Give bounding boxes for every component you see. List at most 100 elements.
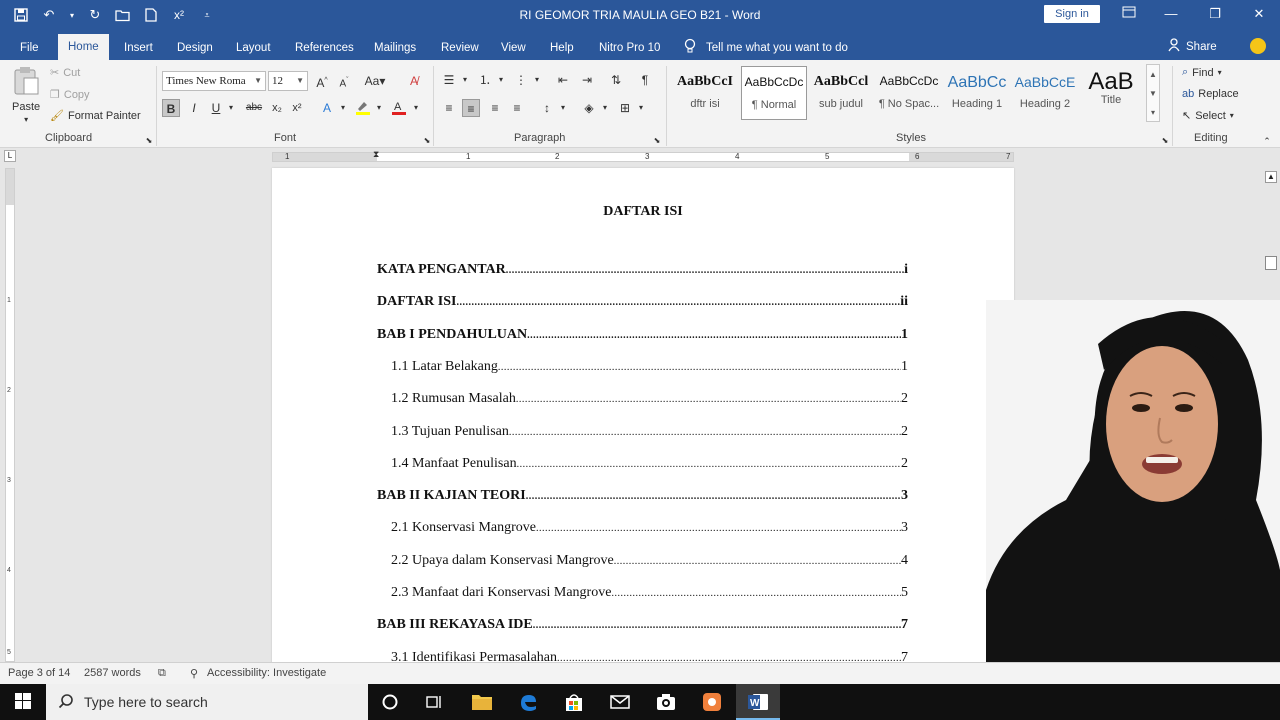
- tab-mailings[interactable]: Mailings: [372, 36, 418, 60]
- underline-dropdown-icon[interactable]: ▾: [222, 99, 240, 117]
- paste-button[interactable]: Paste ▾: [12, 66, 40, 124]
- font-color-dropdown-icon[interactable]: ▾: [407, 99, 425, 117]
- more-styles-icon[interactable]: ▾: [1147, 103, 1159, 122]
- toc-entry[interactable]: 1.2 Rumusan Masalah ....................…: [391, 391, 908, 407]
- style-no-spacing[interactable]: AaBbCcDc ¶ No Spac...: [876, 66, 942, 120]
- tab-help[interactable]: Help: [548, 36, 576, 60]
- toc-entry[interactable]: 2.1 Konservasi Mangrove.................…: [391, 520, 908, 536]
- minimize-icon[interactable]: —: [1156, 4, 1186, 24]
- word-icon[interactable]: W: [746, 690, 770, 714]
- chevron-up-icon[interactable]: ▲: [1147, 65, 1159, 84]
- find-button[interactable]: ⌕ Find ▾: [1182, 66, 1222, 79]
- toc-entry[interactable]: KATA PENGANTAR..........................…: [377, 262, 908, 278]
- share-button[interactable]: Share: [1168, 38, 1217, 55]
- chevron-down-icon[interactable]: ▼: [1147, 84, 1159, 103]
- tab-file[interactable]: File: [18, 36, 41, 60]
- vertical-ruler[interactable]: 1 2 3 4 5: [5, 168, 15, 662]
- page-count-status[interactable]: Page 3 of 14: [8, 667, 70, 679]
- taskbar-search-box[interactable]: Type here to search: [46, 684, 368, 720]
- scroll-thumb[interactable]: [1265, 256, 1277, 270]
- format-painter-button[interactable]: 🖌 Format Painter: [50, 109, 141, 123]
- increase-indent-icon[interactable]: ⇥: [578, 71, 596, 89]
- toc-entry[interactable]: BAB II KAJIAN TEORI ....................…: [377, 488, 908, 504]
- toc-entry[interactable]: BAB III REKAYASA IDE ...................…: [377, 617, 908, 633]
- clear-formatting-icon[interactable]: A̸: [405, 72, 423, 90]
- word-count-status[interactable]: 2587 words: [84, 667, 141, 679]
- sort-icon[interactable]: ⇅: [607, 71, 625, 89]
- show-formatting-marks-icon[interactable]: ¶: [636, 71, 654, 89]
- copy-button[interactable]: ❐ Copy: [50, 88, 90, 102]
- borders-dropdown-icon[interactable]: ▾: [632, 99, 650, 117]
- tab-home[interactable]: Home: [58, 34, 109, 60]
- collapse-ribbon-icon[interactable]: ⌃: [1258, 132, 1276, 150]
- start-button[interactable]: [0, 684, 46, 720]
- toc-entry[interactable]: 1.3 Tujuan Penulisan ...................…: [391, 424, 908, 440]
- horizontal-ruler[interactable]: 1 1 2 3 4 5 6 7 ⧗: [272, 149, 1014, 162]
- bold-icon[interactable]: B: [162, 99, 180, 117]
- italic-icon[interactable]: I: [185, 99, 203, 117]
- style-normal[interactable]: AaBbCcDc ¶ Normal: [741, 66, 807, 120]
- file-explorer-icon[interactable]: [470, 690, 494, 714]
- align-left-icon[interactable]: ≡: [440, 99, 458, 117]
- align-center-icon[interactable]: ≡: [462, 99, 480, 117]
- justify-icon[interactable]: ≡: [508, 99, 526, 117]
- toc-entry[interactable]: 2.3 Manfaat dari Konservasi Mangrove ...…: [391, 585, 908, 601]
- tab-layout[interactable]: Layout: [234, 36, 273, 60]
- select-button[interactable]: ↖ Select ▾: [1182, 109, 1234, 123]
- style-heading-2[interactable]: AaBbCcE Heading 2: [1012, 66, 1078, 120]
- subscript-icon[interactable]: x₂: [268, 99, 286, 117]
- paragraph-launcher-icon[interactable]: ⬊: [648, 132, 666, 150]
- document-page[interactable]: DAFTAR ISI KATA PENGANTAR...............…: [272, 168, 1014, 668]
- highlight-dropdown-icon[interactable]: ▾: [370, 99, 388, 117]
- toc-entry[interactable]: 1.4 Manfaat Penulisan ..................…: [391, 456, 908, 472]
- toc-entry[interactable]: DAFTAR ISI..............................…: [377, 294, 908, 310]
- scroll-up-icon[interactable]: ▲: [1265, 171, 1277, 183]
- camera-icon[interactable]: [654, 690, 678, 714]
- style-heading-1[interactable]: AaBbCc Heading 1: [944, 66, 1010, 120]
- tab-view[interactable]: View: [499, 36, 528, 60]
- multilevel-dropdown-icon[interactable]: ▾: [528, 71, 546, 89]
- tab-design[interactable]: Design: [175, 36, 215, 60]
- bullets-dropdown-icon[interactable]: ▾: [456, 71, 474, 89]
- toc-entry[interactable]: BAB I PENDAHULUAN ......................…: [377, 327, 908, 343]
- tab-nitro-pro[interactable]: Nitro Pro 10: [597, 36, 662, 60]
- numbering-dropdown-icon[interactable]: ▾: [492, 71, 510, 89]
- toc-entry[interactable]: 2.2 Upaya dalam Konservasi Mangrove ....…: [391, 553, 908, 569]
- change-case-icon[interactable]: Aa▾: [362, 72, 388, 90]
- mail-icon[interactable]: [608, 690, 632, 714]
- proofing-icon[interactable]: ⧉: [158, 667, 166, 680]
- decrease-indent-icon[interactable]: ⇤: [554, 71, 572, 89]
- font-name-combo[interactable]: Times New Roma ▼: [162, 71, 266, 91]
- accessibility-status[interactable]: Accessibility: Investigate: [207, 667, 326, 679]
- replace-button[interactable]: ab Replace: [1182, 88, 1239, 100]
- restore-icon[interactable]: ❐: [1200, 4, 1230, 24]
- task-view-icon[interactable]: [422, 690, 446, 714]
- strikethrough-icon[interactable]: abc: [244, 99, 264, 117]
- store-icon[interactable]: [562, 690, 586, 714]
- cortana-icon[interactable]: [378, 690, 402, 714]
- tab-references[interactable]: References: [293, 36, 356, 60]
- close-icon[interactable]: ✕: [1244, 4, 1274, 24]
- shading-dropdown-icon[interactable]: ▾: [596, 99, 614, 117]
- indent-marker-icon[interactable]: ⧗: [373, 149, 379, 160]
- superscript-icon[interactable]: x²: [288, 99, 306, 117]
- tab-selector[interactable]: L: [4, 150, 16, 162]
- style-dftr-isi[interactable]: AaBbCcI dftr isi: [672, 66, 738, 120]
- ribbon-display-options-icon[interactable]: [1114, 4, 1144, 24]
- align-right-icon[interactable]: ≡: [486, 99, 504, 117]
- grow-font-icon[interactable]: A^: [313, 72, 331, 90]
- tell-me-search[interactable]: Tell me what you want to do: [684, 38, 848, 57]
- screen-recorder-icon[interactable]: [700, 690, 724, 714]
- line-spacing-dropdown-icon[interactable]: ▾: [554, 99, 572, 117]
- font-color-icon[interactable]: A: [390, 99, 408, 117]
- style-sub-judul[interactable]: AaBbCcl sub judul: [808, 66, 874, 120]
- feedback-smiley-icon[interactable]: [1250, 38, 1266, 54]
- tab-review[interactable]: Review: [439, 36, 481, 60]
- toc-entry[interactable]: 1.1 Latar Belakang......................…: [391, 359, 908, 375]
- edge-browser-icon[interactable]: [516, 690, 540, 714]
- font-size-combo[interactable]: 12 ▼: [268, 71, 308, 91]
- styles-gallery-scroll[interactable]: ▲ ▼ ▾: [1146, 64, 1160, 122]
- sign-in-button[interactable]: Sign in: [1044, 5, 1100, 23]
- cut-button[interactable]: ✂ Cut: [50, 66, 80, 80]
- shrink-font-icon[interactable]: Aˇ: [335, 72, 353, 90]
